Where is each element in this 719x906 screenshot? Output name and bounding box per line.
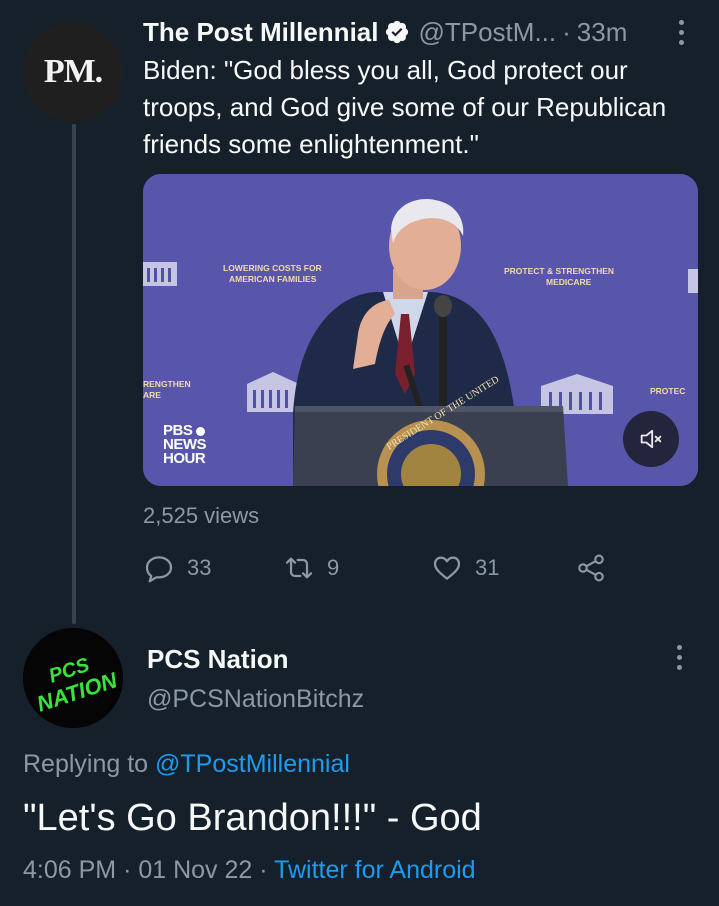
reply-icon [145, 556, 173, 583]
pbs-newshour-logo: PBS NEWS HOUR [163, 422, 207, 467]
avatar-logo-text: PM. [43, 53, 103, 90]
view-count: 2,525 views [143, 503, 260, 528]
meta-separator-2: · [259, 856, 268, 884]
user-handle[interactable]: @TPostM... [418, 17, 556, 48]
timestamp[interactable]: 33m [577, 17, 628, 48]
tweet-metadata: 4:06 PM · 01 Nov 22 · Twitter for Androi… [23, 856, 476, 885]
like-count: 31 [475, 555, 500, 580]
tweet-header: The Post Millennial @TPostM... · 33m [143, 14, 627, 50]
banner-far-right: PROTEC [650, 386, 685, 396]
banner-right-line1: PROTECT & STRENGTHEN [504, 266, 614, 276]
like-button[interactable]: 31 [431, 549, 499, 587]
replying-to-handle-link[interactable]: @TPostMillennial [155, 750, 350, 778]
heart-icon [433, 556, 461, 580]
retweet-count: 9 [327, 555, 340, 580]
banner-left-line2: AMERICAN FAMILIES [229, 274, 317, 284]
share-button[interactable] [575, 549, 607, 587]
share-icon [578, 554, 604, 582]
avatar-pcs-nation[interactable]: PCS NATION [23, 628, 123, 728]
video-player[interactable]: LOWERING COSTS FOR AMERICAN FAMILIES PRO… [143, 174, 698, 486]
banner-far-left-line1: RENGTHEN [143, 379, 191, 389]
separator-dot: · [562, 16, 571, 47]
replying-to-prefix: Replying to [23, 750, 149, 778]
banner-far-left-line2: ARE [143, 390, 161, 400]
display-name[interactable]: The Post Millennial [143, 17, 378, 48]
banner-left-line1: LOWERING COSTS FOR [223, 263, 322, 273]
reply-button[interactable]: 33 [143, 549, 211, 587]
replying-to-line: Replying to @TPostMillennial [23, 750, 350, 779]
reply-display-name[interactable]: PCS Nation [147, 644, 289, 675]
tweet-time[interactable]: 4:06 PM [23, 856, 116, 884]
more-options-icon[interactable] [679, 20, 684, 45]
thread-connector-line [72, 124, 76, 624]
reply-user-handle[interactable]: @PCSNationBitchz [147, 685, 364, 714]
tweet-date[interactable]: 01 Nov 22 [138, 856, 252, 884]
tweet-source-link[interactable]: Twitter for Android [274, 856, 475, 884]
avatar-post-millennial[interactable]: PM. [23, 22, 123, 122]
reply-count: 33 [187, 555, 212, 580]
retweet-button[interactable]: 9 [283, 549, 339, 587]
tweet-action-bar: 33 9 31 [143, 549, 613, 587]
tweet-text: Biden: "God bless you all, God protect o… [143, 55, 667, 159]
volume-muted-icon [640, 429, 662, 449]
reply-more-options-icon[interactable] [677, 645, 682, 670]
verified-badge-icon [384, 19, 410, 45]
reply-tweet-text: "Let's Go Brandon!!!" - God [23, 797, 482, 839]
banner-right-line2: MEDICARE [546, 277, 592, 287]
retweet-icon [285, 557, 313, 579]
mute-toggle-button[interactable] [623, 411, 679, 467]
meta-separator: · [123, 856, 132, 884]
